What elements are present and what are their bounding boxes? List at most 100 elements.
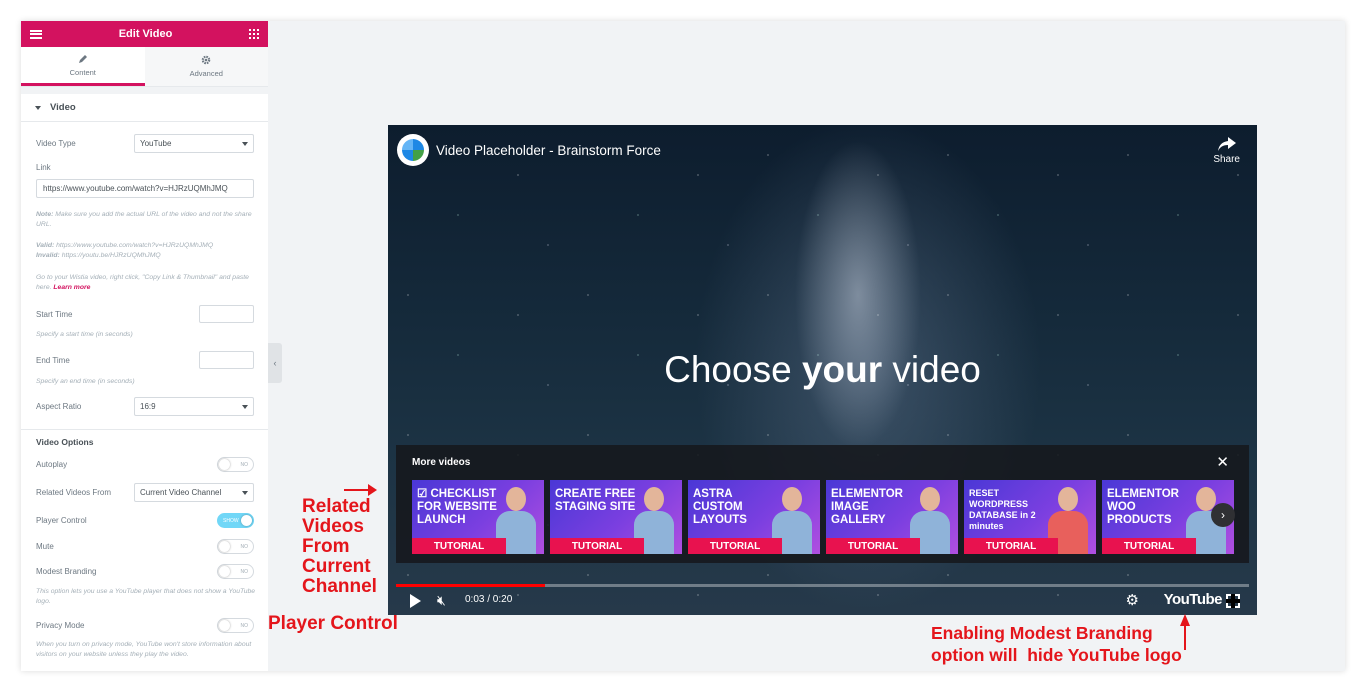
privacy-mode-hint: When you turn on privacy mode, YouTube w… <box>36 641 252 658</box>
chevron-down-icon <box>242 404 248 409</box>
related-videos-label: Related Videos From <box>36 488 111 497</box>
panel-header: Edit Video <box>21 21 268 47</box>
player-control-control: Player Control SHOW <box>36 513 254 528</box>
learn-more-link[interactable]: Learn more <box>53 284 90 291</box>
share-button[interactable]: Share <box>1213 137 1240 165</box>
channel-avatar[interactable] <box>397 134 429 166</box>
end-time-input[interactable] <box>199 351 254 369</box>
youtube-video-player[interactable]: Video Placeholder - Brainstorm Force Sha… <box>388 125 1257 615</box>
end-time-hint: Specify an end time (in seconds) <box>36 378 135 385</box>
play-icon[interactable] <box>410 594 421 608</box>
related-video-thumbnail[interactable]: CREATE FREE STAGING SITE TUTORIAL <box>550 480 682 554</box>
thumbnail-title: RESET WORDPRESS DATABASE in 2 minutes <box>969 488 1036 531</box>
panel-collapse-handle[interactable]: ‹ <box>268 343 282 383</box>
related-video-thumbnail[interactable]: ☑ CHECKLIST FOR WEBSITE LAUNCH TUTORIAL <box>412 480 544 554</box>
fullscreen-icon[interactable] <box>1226 594 1240 608</box>
thumbnail-title: ELEMENTOR IMAGE GALLERY <box>831 488 903 526</box>
modest-branding-state: NO <box>240 569 249 575</box>
privacy-mode-switch[interactable]: NO <box>217 618 254 633</box>
menu-icon[interactable] <box>30 29 42 39</box>
end-time-label: End Time <box>36 355 70 365</box>
tab-content[interactable]: Content <box>21 47 145 86</box>
aspect-ratio-label: Aspect Ratio <box>36 402 82 411</box>
gear-icon <box>201 55 211 65</box>
related-video-thumbnail[interactable]: RESET WORDPRESS DATABASE in 2 minutes TU… <box>964 480 1096 554</box>
panel-title: Edit Video <box>118 28 173 40</box>
section-video-title: Video <box>50 102 76 113</box>
progress-bar[interactable] <box>396 584 1249 587</box>
modest-branding-switch[interactable]: NO <box>217 564 254 579</box>
tab-content-label: Content <box>69 67 96 77</box>
youtube-logo[interactable]: YouTube <box>1164 591 1223 608</box>
related-videos-value: Current Video Channel <box>140 488 222 497</box>
thumbnail-badge: TUTORIAL <box>550 538 644 554</box>
widgets-grid-icon[interactable] <box>249 29 259 39</box>
video-title[interactable]: Video Placeholder - Brainstorm Force <box>436 143 661 158</box>
section-video-toggle[interactable]: Video <box>21 94 268 122</box>
pencil-icon <box>78 54 87 63</box>
annotation-line: From <box>302 536 350 557</box>
autoplay-label: Autoplay <box>36 460 68 469</box>
arrowhead-right-icon <box>368 484 377 496</box>
start-time-input[interactable] <box>199 305 254 323</box>
annotation-line: Enabling Modest Branding <box>931 623 1153 643</box>
close-icon[interactable]: ✕ <box>1216 453 1229 471</box>
player-control-switch[interactable]: SHOW <box>217 513 254 528</box>
related-video-thumbnail[interactable]: ELEMENTOR IMAGE GALLERY TUTORIAL <box>826 480 958 554</box>
muted-speaker-icon[interactable]: 🔇︎ <box>437 592 446 609</box>
link-input[interactable]: https://www.youtube.com/watch?v=HJRzUQMh… <box>36 179 254 198</box>
related-video-thumbnail[interactable]: ASTRA CUSTOM LAYOUTS TUTORIAL <box>688 480 820 554</box>
related-videos-control: Related Videos From Current Video Channe… <box>36 483 254 502</box>
modest-branding-annotation: Enabling Modest Branding option will hid… <box>931 622 1182 666</box>
start-time-control: Start Time <box>36 305 254 323</box>
video-type-value: YouTube <box>140 139 172 148</box>
share-label: Share <box>1213 154 1240 165</box>
invalid-text: https://youtu.be/HJRzUQMhJMQ <box>61 252 161 259</box>
thumbnail-title: CREATE FREE STAGING SITE <box>555 488 636 513</box>
tab-advanced-label: Advanced <box>189 69 223 78</box>
thumbnail-title: ☑ CHECKLIST FOR WEBSITE LAUNCH <box>417 488 497 526</box>
related-videos-select[interactable]: Current Video Channel <box>134 483 254 502</box>
thumbnail-badge: TUTORIAL <box>964 538 1058 554</box>
modest-branding-label: Modest Branding <box>36 567 97 576</box>
privacy-mode-state: NO <box>240 623 249 629</box>
modest-branding-control: Modest Branding NO <box>36 564 254 579</box>
privacy-mode-label: Privacy Mode <box>36 621 85 630</box>
video-type-control: Video Type YouTube <box>36 134 254 153</box>
player-controls: 🔇︎ 0:03 / 0:20 ⚙ YouTube <box>396 590 1249 612</box>
invalid-label: Invalid: <box>36 252 60 259</box>
thumbnail-badge: TUTORIAL <box>688 538 782 554</box>
chevron-left-icon: ‹ <box>273 358 277 368</box>
progress-fill <box>396 584 546 587</box>
mute-switch[interactable]: NO <box>217 539 254 554</box>
chevron-down-icon <box>242 490 248 495</box>
aspect-ratio-select[interactable]: 16:9 <box>134 397 254 416</box>
thumbnail-title: ASTRA CUSTOM LAYOUTS <box>693 488 747 526</box>
modest-branding-hint: This option lets you use a YouTube playe… <box>36 588 256 605</box>
separator <box>21 87 268 94</box>
link-note: Note: Make sure you add the actual URL o… <box>36 210 258 230</box>
start-time-hint: Specify a start time (in seconds) <box>36 331 133 338</box>
link-label: Link <box>36 163 51 172</box>
valid-note: Valid: https://www.youtube.com/watch?v=H… <box>36 241 258 261</box>
chevron-right-icon[interactable]: › <box>1211 503 1235 527</box>
share-arrow-icon <box>1217 137 1236 151</box>
privacy-mode-control: Privacy Mode NO <box>36 618 254 633</box>
autoplay-switch[interactable]: NO <box>217 457 254 472</box>
settings-gear-icon[interactable]: ⚙ <box>1126 591 1139 609</box>
link-value: https://www.youtube.com/watch?v=HJRzUQMh… <box>43 184 228 193</box>
tab-advanced[interactable]: Advanced <box>144 47 268 86</box>
thumbnail-title: ELEMENTOR WOO PRODUCTS <box>1107 488 1179 526</box>
aspect-ratio-control: Aspect Ratio 16:9 <box>36 397 254 416</box>
mute-state: NO <box>240 544 249 550</box>
valid-text: https://www.youtube.com/watch?v=HJRzUQMh… <box>56 242 214 249</box>
related-videos-list: ☑ CHECKLIST FOR WEBSITE LAUNCH TUTORIAL … <box>412 480 1234 554</box>
annotation-line: option will hide YouTube logo <box>931 645 1182 665</box>
branding-annotation-arrow <box>1184 624 1186 650</box>
valid-label: Valid: <box>36 242 55 249</box>
time-display: 0:03 / 0:20 <box>465 594 513 605</box>
more-videos-title: More videos <box>412 457 471 468</box>
note-label: Note: <box>36 211 54 218</box>
channel-logo-icon <box>402 139 424 161</box>
video-type-select[interactable]: YouTube <box>134 134 254 153</box>
